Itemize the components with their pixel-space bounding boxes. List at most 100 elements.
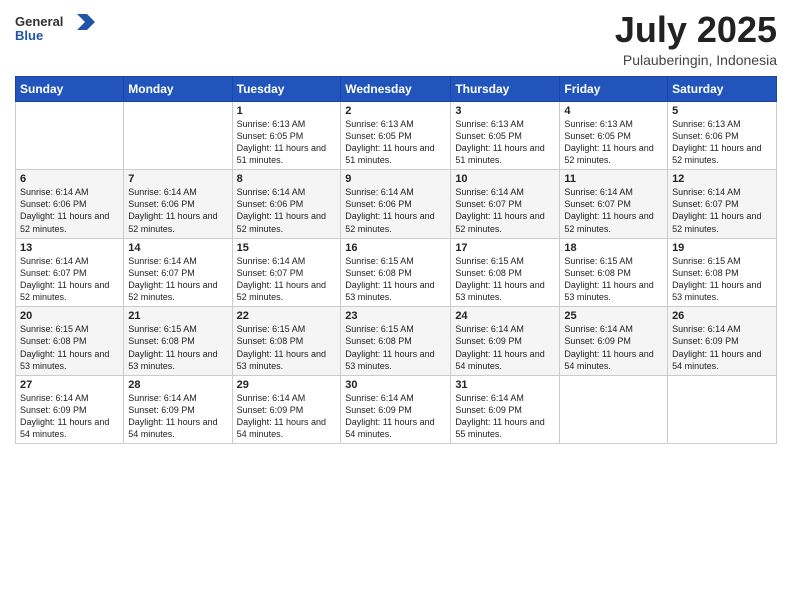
day-info: Sunrise: 6:14 AM Sunset: 6:07 PM Dayligh… xyxy=(455,186,555,235)
day-info: Sunrise: 6:14 AM Sunset: 6:06 PM Dayligh… xyxy=(345,186,446,235)
col-friday: Friday xyxy=(560,76,668,101)
calendar-cell: 31Sunrise: 6:14 AM Sunset: 6:09 PM Dayli… xyxy=(451,375,560,444)
calendar-cell: 23Sunrise: 6:15 AM Sunset: 6:08 PM Dayli… xyxy=(341,307,451,376)
logo-svg: General Blue xyxy=(15,10,105,48)
day-info: Sunrise: 6:14 AM Sunset: 6:09 PM Dayligh… xyxy=(455,392,555,441)
day-number: 19 xyxy=(672,242,772,254)
day-info: Sunrise: 6:14 AM Sunset: 6:07 PM Dayligh… xyxy=(20,255,119,304)
header: General Blue July 2025 Pulauberingin, In… xyxy=(15,10,777,68)
day-info: Sunrise: 6:14 AM Sunset: 6:09 PM Dayligh… xyxy=(20,392,119,441)
day-info: Sunrise: 6:15 AM Sunset: 6:08 PM Dayligh… xyxy=(345,323,446,372)
day-number: 31 xyxy=(455,379,555,391)
day-number: 8 xyxy=(237,173,337,185)
calendar-cell: 12Sunrise: 6:14 AM Sunset: 6:07 PM Dayli… xyxy=(668,170,777,239)
day-info: Sunrise: 6:14 AM Sunset: 6:06 PM Dayligh… xyxy=(237,186,337,235)
day-info: Sunrise: 6:14 AM Sunset: 6:06 PM Dayligh… xyxy=(20,186,119,235)
day-number: 6 xyxy=(20,173,119,185)
day-number: 16 xyxy=(345,242,446,254)
calendar-cell: 29Sunrise: 6:14 AM Sunset: 6:09 PM Dayli… xyxy=(232,375,341,444)
day-number: 20 xyxy=(20,310,119,322)
day-number: 28 xyxy=(128,379,227,391)
calendar-header-row: Sunday Monday Tuesday Wednesday Thursday… xyxy=(16,76,777,101)
calendar-cell: 21Sunrise: 6:15 AM Sunset: 6:08 PM Dayli… xyxy=(124,307,232,376)
day-info: Sunrise: 6:13 AM Sunset: 6:05 PM Dayligh… xyxy=(455,118,555,167)
calendar-cell: 24Sunrise: 6:14 AM Sunset: 6:09 PM Dayli… xyxy=(451,307,560,376)
day-number: 7 xyxy=(128,173,227,185)
day-number: 17 xyxy=(455,242,555,254)
calendar-cell: 19Sunrise: 6:15 AM Sunset: 6:08 PM Dayli… xyxy=(668,238,777,307)
day-number: 15 xyxy=(237,242,337,254)
calendar-cell xyxy=(124,101,232,170)
calendar-week-row: 1Sunrise: 6:13 AM Sunset: 6:05 PM Daylig… xyxy=(16,101,777,170)
calendar-cell: 11Sunrise: 6:14 AM Sunset: 6:07 PM Dayli… xyxy=(560,170,668,239)
col-wednesday: Wednesday xyxy=(341,76,451,101)
day-number: 14 xyxy=(128,242,227,254)
day-info: Sunrise: 6:15 AM Sunset: 6:08 PM Dayligh… xyxy=(20,323,119,372)
day-info: Sunrise: 6:13 AM Sunset: 6:05 PM Dayligh… xyxy=(345,118,446,167)
calendar-cell: 4Sunrise: 6:13 AM Sunset: 6:05 PM Daylig… xyxy=(560,101,668,170)
svg-text:General: General xyxy=(15,14,63,29)
day-number: 24 xyxy=(455,310,555,322)
calendar-cell: 28Sunrise: 6:14 AM Sunset: 6:09 PM Dayli… xyxy=(124,375,232,444)
calendar-cell: 14Sunrise: 6:14 AM Sunset: 6:07 PM Dayli… xyxy=(124,238,232,307)
day-number: 4 xyxy=(564,105,663,117)
calendar-cell: 8Sunrise: 6:14 AM Sunset: 6:06 PM Daylig… xyxy=(232,170,341,239)
day-number: 9 xyxy=(345,173,446,185)
calendar-cell: 2Sunrise: 6:13 AM Sunset: 6:05 PM Daylig… xyxy=(341,101,451,170)
day-number: 22 xyxy=(237,310,337,322)
calendar-cell: 26Sunrise: 6:14 AM Sunset: 6:09 PM Dayli… xyxy=(668,307,777,376)
day-number: 30 xyxy=(345,379,446,391)
day-number: 11 xyxy=(564,173,663,185)
calendar-cell: 13Sunrise: 6:14 AM Sunset: 6:07 PM Dayli… xyxy=(16,238,124,307)
day-info: Sunrise: 6:14 AM Sunset: 6:07 PM Dayligh… xyxy=(672,186,772,235)
calendar-table: Sunday Monday Tuesday Wednesday Thursday… xyxy=(15,76,777,445)
day-info: Sunrise: 6:13 AM Sunset: 6:05 PM Dayligh… xyxy=(237,118,337,167)
title-month: July 2025 xyxy=(615,10,777,50)
day-number: 27 xyxy=(20,379,119,391)
calendar-cell: 5Sunrise: 6:13 AM Sunset: 6:06 PM Daylig… xyxy=(668,101,777,170)
day-number: 21 xyxy=(128,310,227,322)
day-info: Sunrise: 6:15 AM Sunset: 6:08 PM Dayligh… xyxy=(128,323,227,372)
day-number: 1 xyxy=(237,105,337,117)
col-saturday: Saturday xyxy=(668,76,777,101)
title-location: Pulauberingin, Indonesia xyxy=(615,52,777,68)
calendar-cell: 3Sunrise: 6:13 AM Sunset: 6:05 PM Daylig… xyxy=(451,101,560,170)
day-number: 3 xyxy=(455,105,555,117)
day-number: 26 xyxy=(672,310,772,322)
day-number: 5 xyxy=(672,105,772,117)
day-number: 23 xyxy=(345,310,446,322)
calendar-cell xyxy=(668,375,777,444)
calendar-week-row: 6Sunrise: 6:14 AM Sunset: 6:06 PM Daylig… xyxy=(16,170,777,239)
calendar-week-row: 20Sunrise: 6:15 AM Sunset: 6:08 PM Dayli… xyxy=(16,307,777,376)
calendar-cell: 17Sunrise: 6:15 AM Sunset: 6:08 PM Dayli… xyxy=(451,238,560,307)
calendar-cell: 20Sunrise: 6:15 AM Sunset: 6:08 PM Dayli… xyxy=(16,307,124,376)
day-info: Sunrise: 6:14 AM Sunset: 6:09 PM Dayligh… xyxy=(564,323,663,372)
day-number: 25 xyxy=(564,310,663,322)
svg-text:Blue: Blue xyxy=(15,28,43,43)
col-tuesday: Tuesday xyxy=(232,76,341,101)
logo: General Blue xyxy=(15,10,105,53)
day-number: 29 xyxy=(237,379,337,391)
day-number: 10 xyxy=(455,173,555,185)
calendar-cell: 16Sunrise: 6:15 AM Sunset: 6:08 PM Dayli… xyxy=(341,238,451,307)
day-info: Sunrise: 6:15 AM Sunset: 6:08 PM Dayligh… xyxy=(672,255,772,304)
day-info: Sunrise: 6:13 AM Sunset: 6:06 PM Dayligh… xyxy=(672,118,772,167)
calendar-cell: 10Sunrise: 6:14 AM Sunset: 6:07 PM Dayli… xyxy=(451,170,560,239)
col-monday: Monday xyxy=(124,76,232,101)
day-info: Sunrise: 6:14 AM Sunset: 6:09 PM Dayligh… xyxy=(128,392,227,441)
day-info: Sunrise: 6:14 AM Sunset: 6:07 PM Dayligh… xyxy=(564,186,663,235)
day-info: Sunrise: 6:14 AM Sunset: 6:09 PM Dayligh… xyxy=(345,392,446,441)
calendar-cell: 18Sunrise: 6:15 AM Sunset: 6:08 PM Dayli… xyxy=(560,238,668,307)
day-info: Sunrise: 6:14 AM Sunset: 6:07 PM Dayligh… xyxy=(237,255,337,304)
calendar-cell: 6Sunrise: 6:14 AM Sunset: 6:06 PM Daylig… xyxy=(16,170,124,239)
calendar-cell: 22Sunrise: 6:15 AM Sunset: 6:08 PM Dayli… xyxy=(232,307,341,376)
day-number: 13 xyxy=(20,242,119,254)
page: General Blue July 2025 Pulauberingin, In… xyxy=(0,0,792,612)
calendar-cell: 1Sunrise: 6:13 AM Sunset: 6:05 PM Daylig… xyxy=(232,101,341,170)
day-info: Sunrise: 6:14 AM Sunset: 6:06 PM Dayligh… xyxy=(128,186,227,235)
col-thursday: Thursday xyxy=(451,76,560,101)
day-info: Sunrise: 6:14 AM Sunset: 6:09 PM Dayligh… xyxy=(237,392,337,441)
calendar-cell: 25Sunrise: 6:14 AM Sunset: 6:09 PM Dayli… xyxy=(560,307,668,376)
day-info: Sunrise: 6:14 AM Sunset: 6:09 PM Dayligh… xyxy=(455,323,555,372)
calendar-week-row: 13Sunrise: 6:14 AM Sunset: 6:07 PM Dayli… xyxy=(16,238,777,307)
